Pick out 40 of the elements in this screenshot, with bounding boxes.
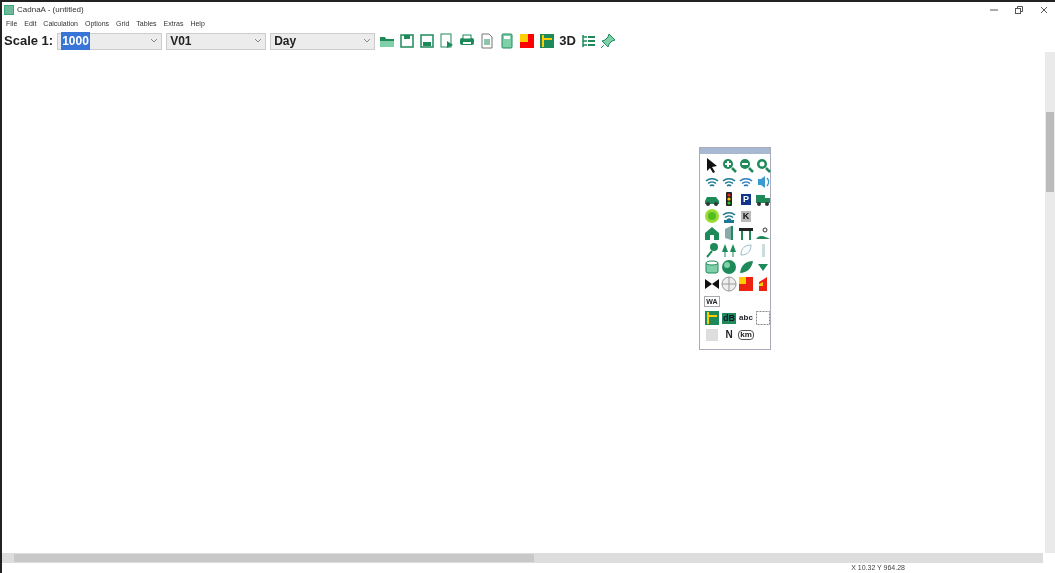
app-icon	[4, 5, 14, 15]
bridge-icon[interactable]	[738, 225, 754, 241]
caret-icon[interactable]	[254, 38, 263, 44]
restore-icon[interactable]	[1014, 5, 1024, 15]
close-icon[interactable]	[1039, 5, 1049, 15]
3d-view-button[interactable]: 3D	[559, 31, 576, 51]
bowtie-icon[interactable]	[704, 276, 720, 292]
selection-icon[interactable]	[755, 310, 771, 326]
document-icon[interactable]	[479, 33, 496, 49]
tool-label[interactable]: dB	[722, 312, 736, 324]
zoom-in-icon[interactable]	[721, 157, 737, 173]
horizontal-scrollbar[interactable]	[2, 553, 1043, 563]
variant-dropdown[interactable]: V01	[166, 32, 267, 50]
tool-label[interactable]: P	[741, 193, 751, 205]
save-as-icon[interactable]	[419, 33, 436, 49]
house-icon[interactable]	[704, 225, 720, 241]
sphere-icon[interactable]	[721, 259, 737, 275]
scale-label: Scale 1:	[4, 32, 54, 51]
tree-icon[interactable]	[704, 242, 720, 258]
tree-list-icon[interactable]	[579, 33, 596, 49]
tool-label[interactable]: K	[740, 210, 752, 222]
search-icon[interactable]	[755, 157, 771, 173]
vertical-scrollbar[interactable]	[1045, 52, 1055, 553]
tool-label[interactable]: N	[725, 330, 733, 340]
save-icon[interactable]	[399, 33, 416, 49]
caret-icon[interactable]	[150, 38, 159, 44]
forest-icon[interactable]	[721, 242, 737, 258]
scale-field[interactable]: 1000	[57, 32, 163, 50]
window-title: CadnaA - (untitled)	[17, 4, 84, 16]
caret-icon[interactable]	[363, 38, 372, 44]
leaf-icon[interactable]	[738, 259, 754, 275]
color-map-icon[interactable]	[519, 33, 536, 49]
period-dropdown[interactable]: Day	[270, 32, 376, 50]
calculator-icon[interactable]	[499, 33, 516, 49]
terrain-icon[interactable]	[755, 225, 771, 241]
pin-icon[interactable]	[599, 33, 616, 49]
zoom-out-icon[interactable]	[738, 157, 754, 173]
tool-label[interactable]: km	[738, 330, 754, 340]
color-map-icon[interactable]	[738, 276, 754, 292]
tool-label[interactable]: abc	[739, 314, 753, 322]
